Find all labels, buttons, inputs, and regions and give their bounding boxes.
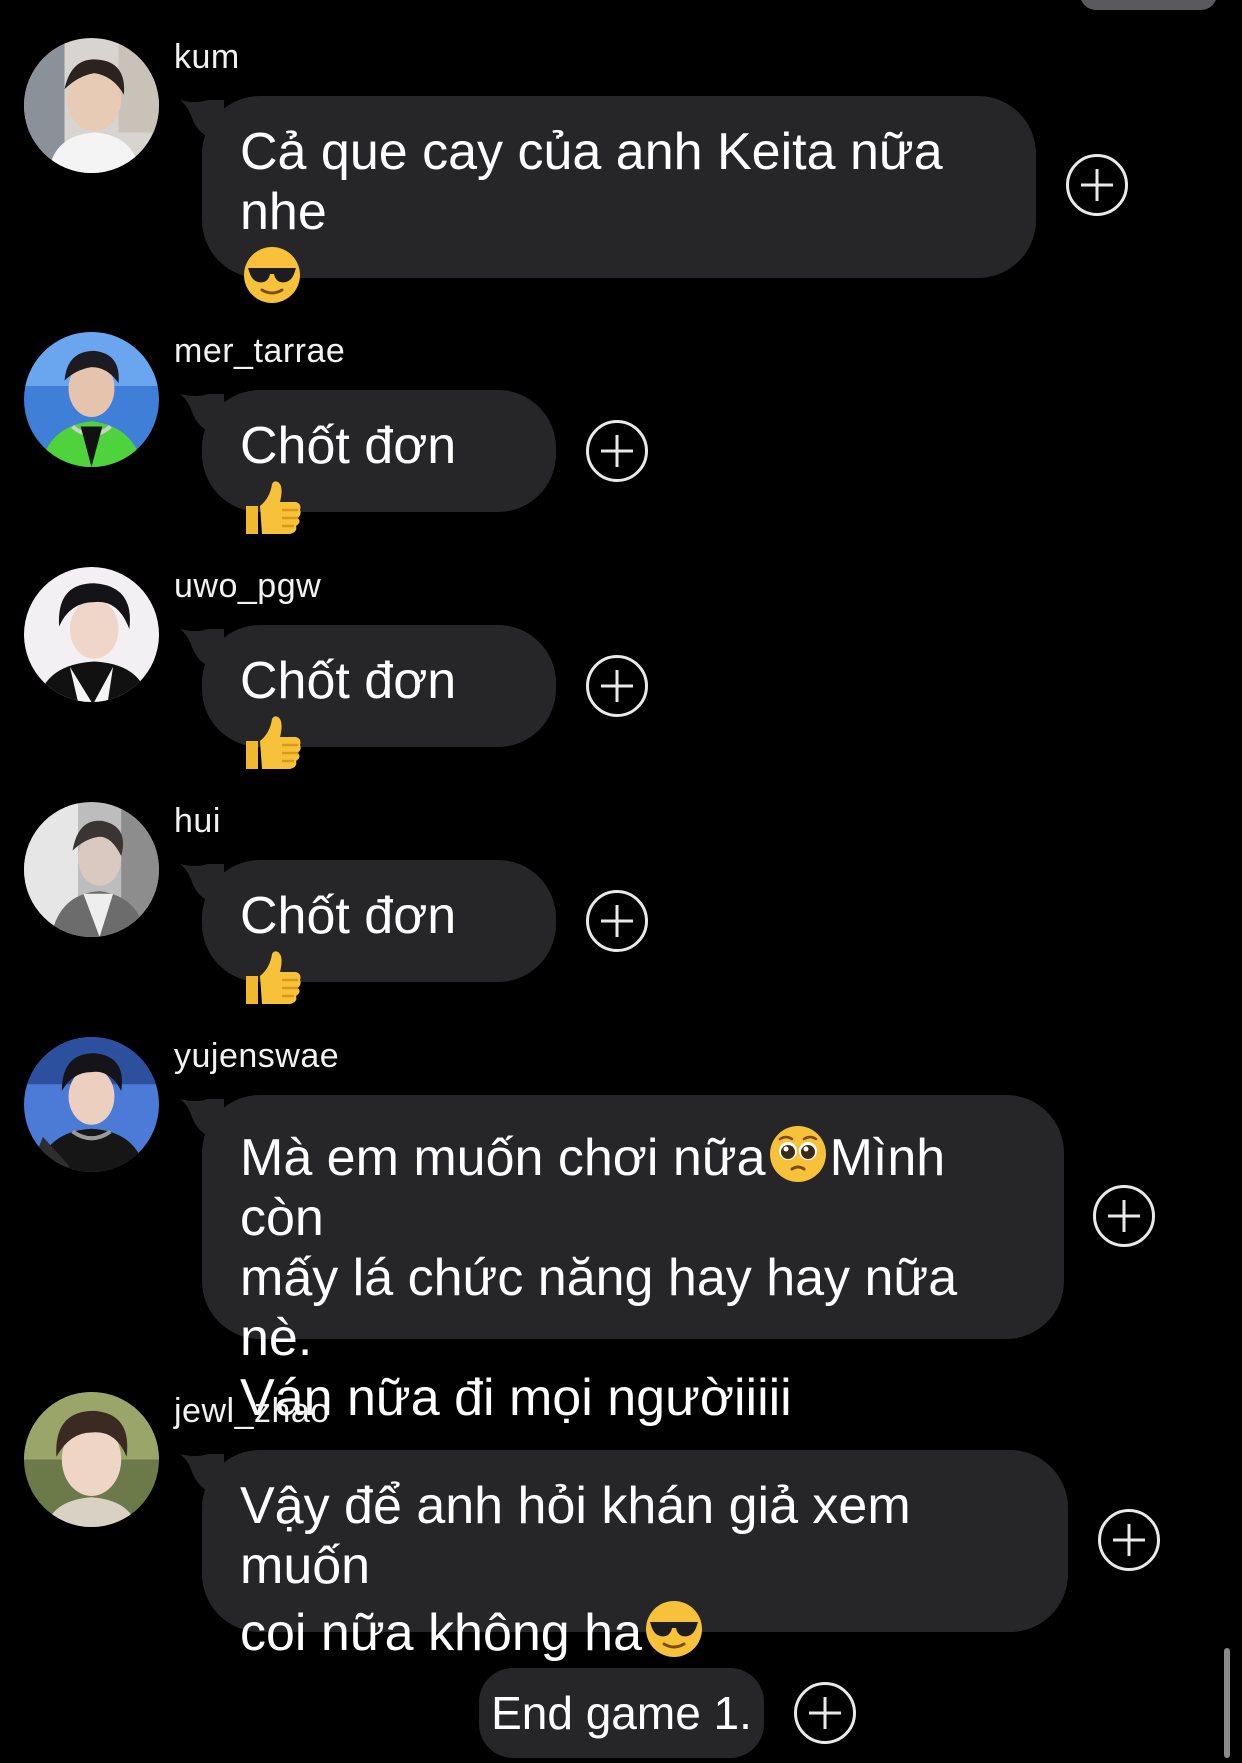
message-text: Chốt đơn [240, 887, 457, 945]
message-text: coi nữa không ha [240, 1604, 642, 1662]
add-reaction-icon[interactable] [586, 420, 648, 482]
smiling-face-with-sunglasses-icon [642, 1596, 706, 1660]
username: yujenswae [174, 1037, 340, 1075]
message-bubble[interactable]: Chốt đơn [202, 860, 556, 1004]
username: jewl_zhao [174, 1392, 330, 1430]
add-reaction-icon[interactable] [794, 1682, 856, 1744]
thumbs-up-icon [240, 946, 304, 1010]
add-reaction-icon[interactable] [1093, 1185, 1155, 1247]
thumbs-up-icon [240, 711, 304, 775]
message-bubble[interactable]: Cả que cay của anh Keita nữa nhe [202, 96, 1036, 303]
system-message-text: End game 1. [491, 1687, 752, 1739]
add-reaction-icon[interactable] [1066, 154, 1128, 216]
scrollbar[interactable] [1224, 1648, 1230, 1758]
avatar[interactable] [24, 332, 159, 467]
add-reaction-icon[interactable] [1098, 1509, 1160, 1571]
thumbs-up-icon [240, 476, 304, 540]
username: hui [174, 802, 221, 840]
username: kum [174, 38, 240, 76]
avatar[interactable] [24, 802, 159, 937]
message-bubble[interactable]: Mà em muốn chơi nữa Mình còn mấy lá chức… [202, 1095, 1064, 1427]
top-indicator-pill [1080, 0, 1217, 10]
avatar[interactable] [24, 1392, 159, 1527]
message-text: Chốt đơn [240, 652, 457, 710]
message-text: Chốt đơn [240, 417, 457, 475]
smiling-face-with-sunglasses-icon [240, 242, 304, 306]
message-bubble[interactable]: Chốt đơn [202, 625, 556, 769]
message-text: mấy lá chức năng hay hay nữa nè. [240, 1249, 958, 1367]
message-bubble[interactable]: Chốt đơn [202, 390, 556, 534]
username: uwo_pgw [174, 567, 322, 605]
message-bubble[interactable]: Vậy để anh hỏi khán giả xem muốn coi nữa… [202, 1450, 1068, 1662]
message-text: Vậy để anh hỏi khán giả xem muốn [240, 1477, 911, 1595]
avatar[interactable] [24, 1037, 159, 1172]
system-message: End game 1. [479, 1668, 764, 1758]
pleading-face-icon [766, 1121, 830, 1185]
add-reaction-icon[interactable] [586, 655, 648, 717]
message-text: Mà em muốn chơi nữa [240, 1129, 766, 1187]
avatar[interactable] [24, 38, 159, 173]
message-text: Cả que cay của anh Keita nữa nhe [240, 123, 943, 241]
username: mer_tarrae [174, 332, 346, 370]
add-reaction-icon[interactable] [586, 890, 648, 952]
avatar[interactable] [24, 567, 159, 702]
